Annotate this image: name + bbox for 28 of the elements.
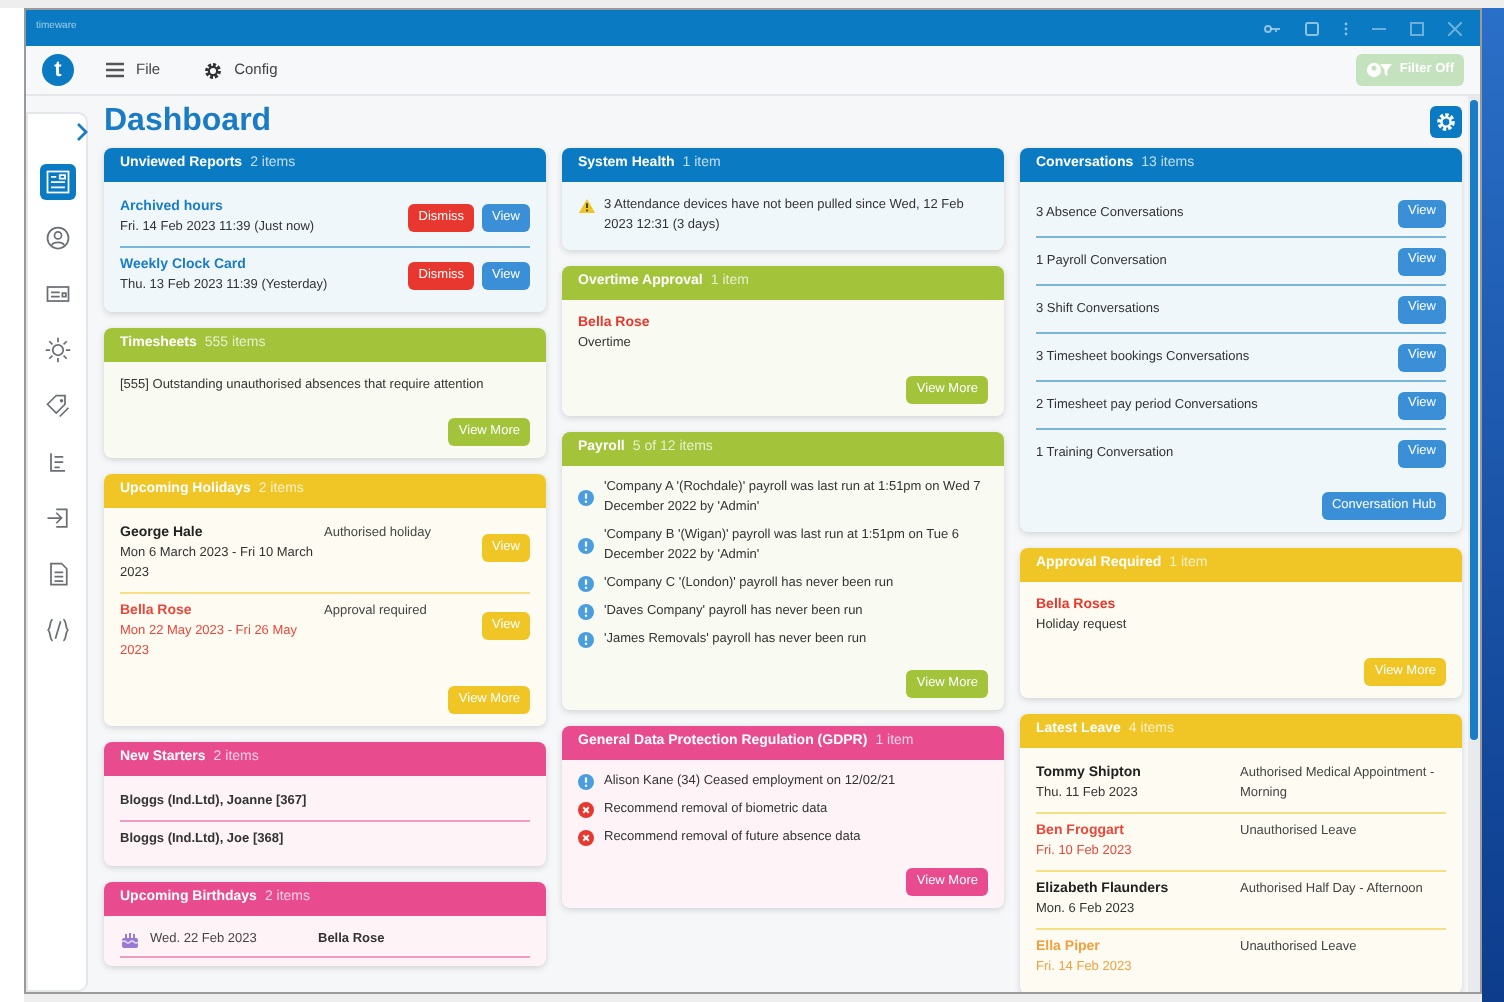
sidebar-item[interactable]: [39, 164, 75, 200]
settings-button[interactable]: [1430, 106, 1462, 138]
sun-icon: [43, 336, 71, 364]
tag-icon: [43, 392, 71, 420]
menu-icon: [106, 62, 124, 78]
user-circle-icon: [43, 224, 71, 252]
dashboard-icon: [43, 168, 71, 196]
warning-icon: [578, 198, 596, 214]
chevron-right-icon[interactable]: [74, 122, 90, 142]
error-icon: [578, 802, 594, 818]
page-title: Dashboard: [104, 102, 272, 142]
key-icon[interactable]: [1264, 23, 1280, 33]
settings-icon: [1436, 112, 1456, 132]
info-icon: [578, 576, 594, 592]
info-icon: [578, 774, 594, 790]
user-filter-icon: [1365, 62, 1394, 78]
card-icon: [43, 280, 71, 308]
info-icon: [578, 632, 594, 648]
login-icon: [43, 504, 71, 532]
info-icon: [578, 538, 594, 554]
code-icon: [43, 616, 71, 644]
info-icon: [578, 490, 594, 506]
scrollbar-thumb[interactable]: [1470, 100, 1478, 740]
cake-icon: [120, 932, 140, 948]
app-logo: t: [42, 54, 74, 86]
error-icon: [578, 830, 594, 846]
settings-icon: [204, 61, 223, 79]
info-icon: [578, 604, 594, 620]
